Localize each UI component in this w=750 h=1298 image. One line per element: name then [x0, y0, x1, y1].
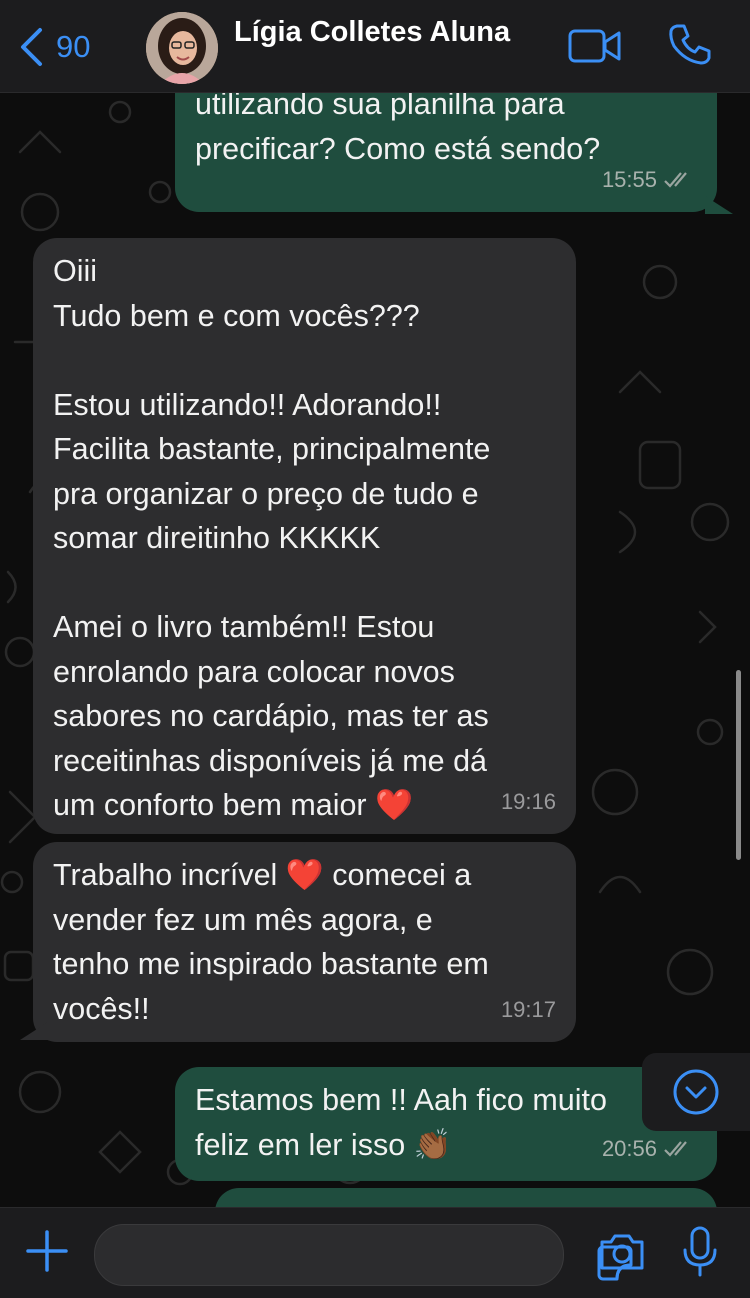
time-text: 20:56 — [601, 1135, 657, 1161]
message-composer — [0, 1207, 750, 1298]
message-text: Oiii Tudo bem e com vocês??? Estou utili… — [53, 254, 491, 822]
message-outgoing[interactable]: Estamos bem !! Aah fico muito feliz em l… — [175, 1067, 717, 1181]
camera-icon — [600, 1234, 644, 1270]
back-button[interactable]: 90 — [18, 27, 90, 67]
message-input-box[interactable] — [94, 1224, 633, 1286]
avatar[interactable] — [146, 12, 218, 84]
microphone-icon — [683, 1226, 717, 1277]
phone-icon — [669, 24, 711, 65]
message-incoming[interactable]: Oiii Tudo bem e com vocês??? Estou utili… — [33, 238, 576, 834]
message-outgoing[interactable]: utilizando sua planilha para precificar?… — [175, 92, 717, 212]
camera-button[interactable] — [598, 1232, 646, 1277]
attach-button[interactable] — [24, 1228, 70, 1279]
contact-name[interactable]: Lígia Colletes Aluna — [234, 16, 510, 49]
message-outgoing-partial[interactable] — [215, 1188, 717, 1207]
video-camera-icon — [568, 29, 621, 63]
avatar-image — [146, 12, 218, 84]
video-call-button[interactable] — [568, 28, 622, 69]
unread-count: 90 — [56, 29, 91, 64]
message-incoming[interactable]: Trabalho incrível ❤️ comecei a vender fe… — [33, 842, 576, 1042]
bubble-tail-incoming — [20, 1022, 48, 1040]
chevron-left-icon — [21, 28, 42, 66]
voice-message-button[interactable] — [680, 1226, 720, 1283]
chat-background: utilizando sua planilha para precificar?… — [0, 92, 750, 1207]
message-timestamp: 15:55 — [602, 158, 695, 203]
bubble-tail-outgoing — [705, 196, 733, 214]
plus-icon — [26, 1230, 68, 1272]
message-text: Trabalho incrível ❤️ comecei a vender fe… — [53, 858, 489, 1026]
read-receipt-icon — [664, 172, 687, 188]
time-text: 19:17 — [500, 996, 556, 1022]
time-text: 19:16 — [500, 788, 556, 814]
message-text: utilizando sua planilha para precificar?… — [195, 92, 601, 166]
scrollbar[interactable] — [736, 670, 741, 860]
message-timestamp: 19:16 — [501, 780, 556, 825]
message-timestamp: 19:17 — [501, 988, 556, 1033]
chevron-down-circle-icon — [673, 1069, 719, 1115]
chat-header: 90 Lígia Colletes Aluna — [0, 0, 750, 93]
message-text: Estamos bem !! Aah fico muito feliz em l… — [195, 1083, 607, 1162]
message-input[interactable] — [117, 1225, 501, 1283]
time-text: 15:55 — [601, 166, 657, 192]
read-receipt-icon — [664, 1141, 687, 1157]
scroll-to-bottom-button[interactable] — [642, 1053, 750, 1131]
voice-call-button[interactable] — [668, 22, 712, 71]
message-timestamp: 20:56 — [602, 1127, 695, 1172]
